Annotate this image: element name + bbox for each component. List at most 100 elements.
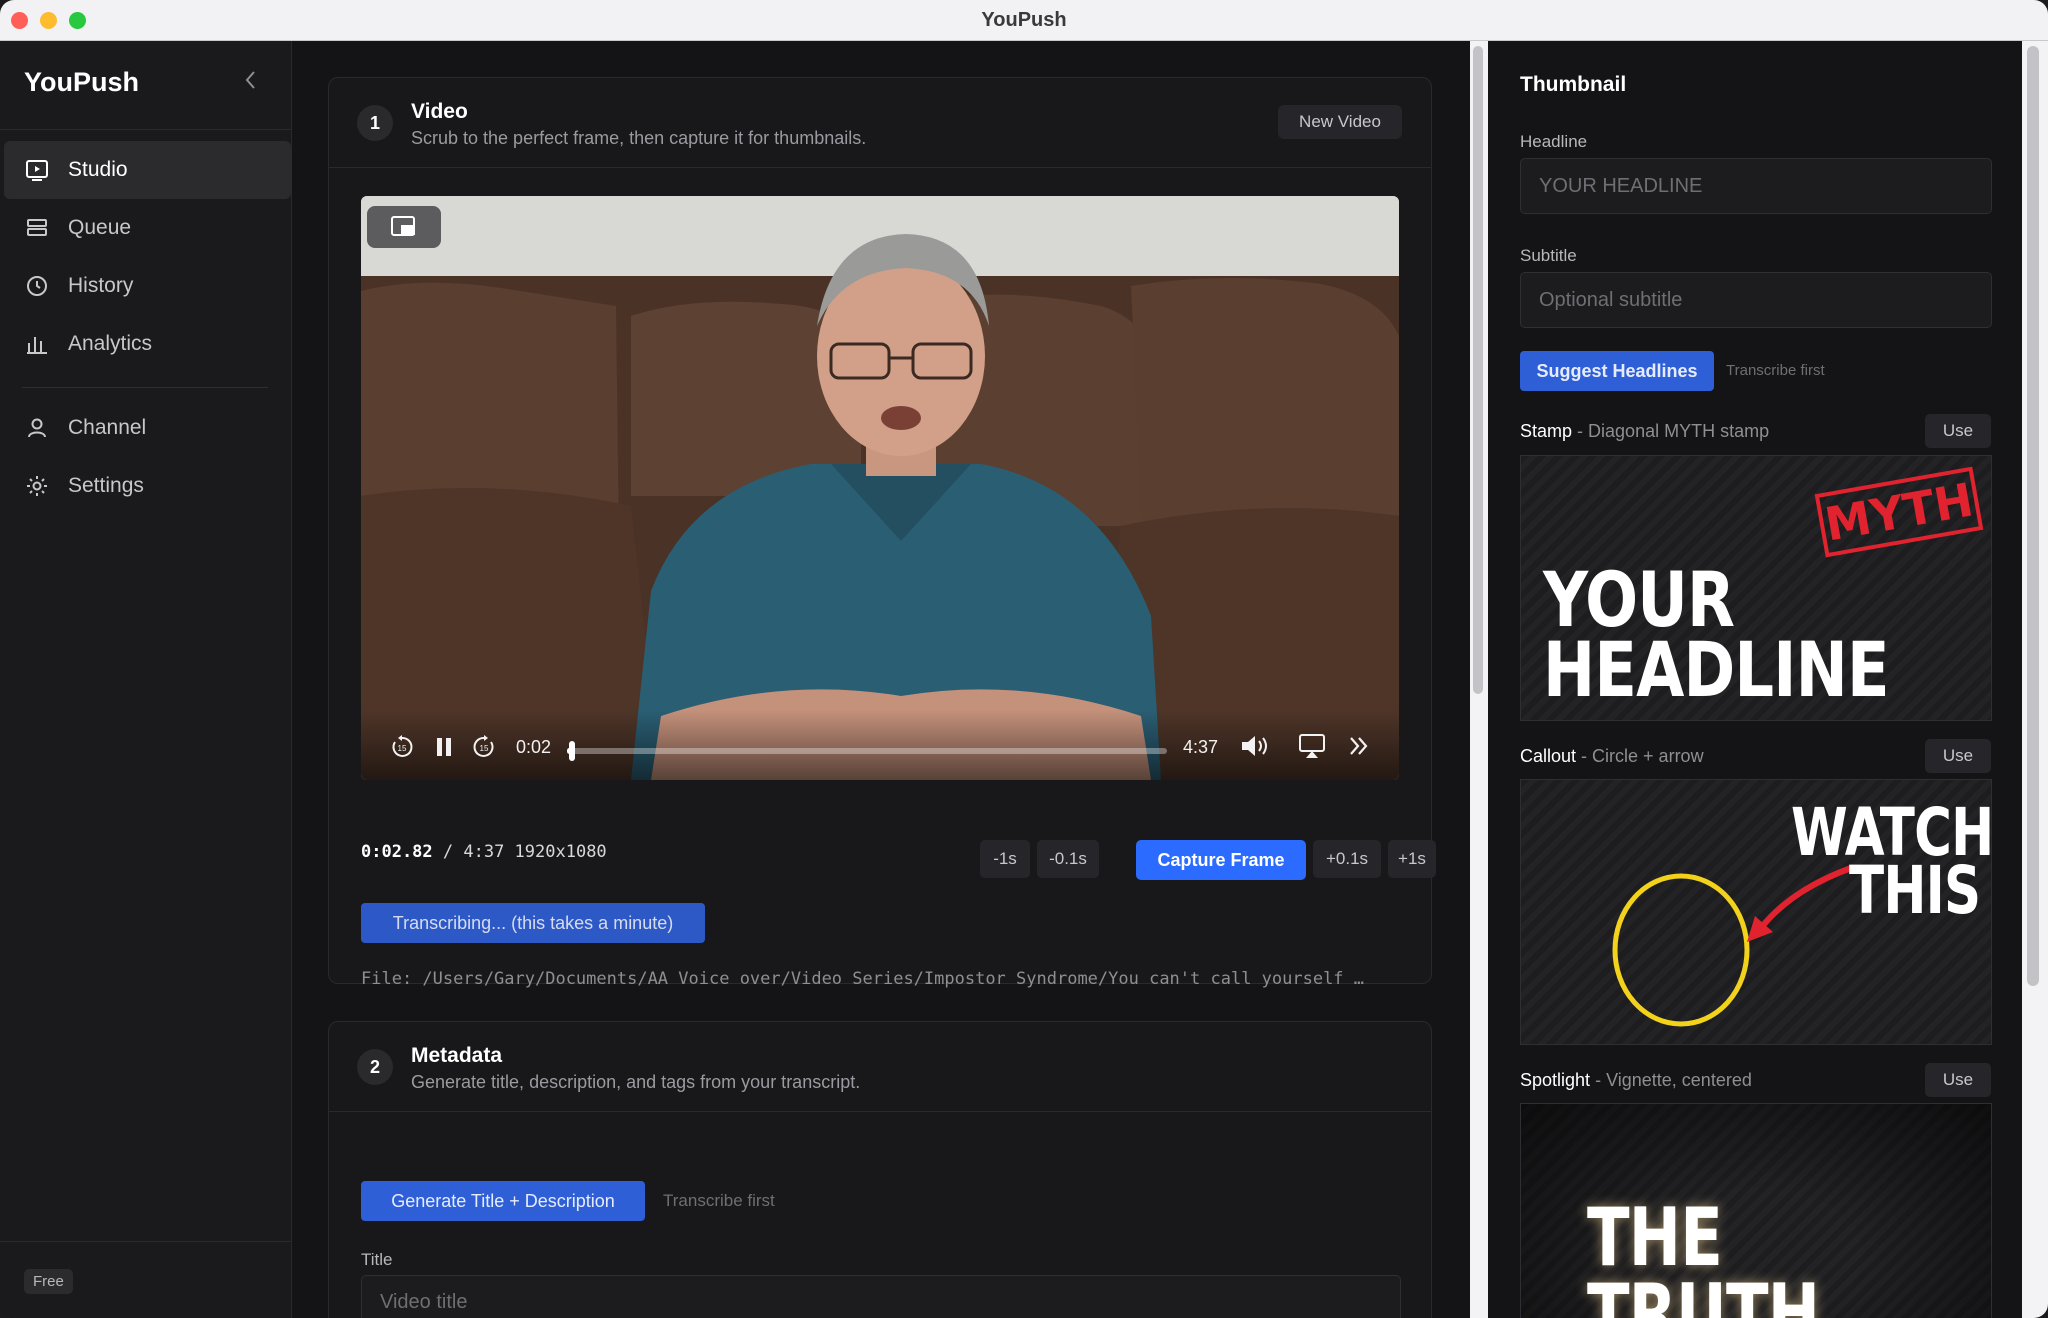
file-path: File: /Users/Gary/Documents/AA Voice ove…: [361, 969, 1365, 989]
callout-circle: [1612, 873, 1750, 1027]
preview-line1: THE TRUTH: [1587, 1191, 1820, 1318]
template-description: - Vignette, centered: [1595, 1070, 1752, 1090]
template-name: Stamp: [1520, 421, 1573, 441]
timecode-details: / 4:37 1920x1080: [442, 842, 607, 862]
frame-timecode: 0:02.82 / 4:37 1920x1080: [361, 842, 607, 862]
duration: 4:37: [1183, 737, 1219, 757]
sidebar-item-studio[interactable]: Studio: [4, 141, 291, 199]
card-title: Video: [411, 100, 468, 123]
analytics-icon: [27, 337, 47, 354]
use-callout-template-button[interactable]: Use: [1925, 739, 1991, 773]
video-player[interactable]: 15 15 0:02 4:37: [361, 196, 1399, 780]
sidebar-item-analytics[interactable]: Analytics: [4, 315, 291, 373]
step-forward-0.1s-button[interactable]: +0.1s: [1313, 840, 1381, 878]
template-description: - Diagonal MYTH stamp: [1577, 421, 1770, 441]
scrubber-handle[interactable]: [568, 741, 575, 761]
skip-forward-15-icon[interactable]: 15: [471, 734, 497, 760]
step-back-0.1s-button[interactable]: -0.1s: [1037, 840, 1099, 878]
headline-input[interactable]: YOUR HEADLINE: [1520, 158, 1992, 214]
svg-text:15: 15: [480, 744, 489, 753]
template-spotlight-header: Spotlight - Vignette, centered: [1520, 1070, 1752, 1091]
sidebar-item-label: Settings: [68, 474, 144, 497]
new-video-button[interactable]: New Video: [1278, 105, 1402, 139]
template-name: Spotlight: [1520, 1070, 1591, 1090]
main-content: 1 Video Scrub to the perfect frame, then…: [292, 41, 1470, 1318]
current-time: 0:02: [516, 737, 552, 757]
picture-in-picture-button[interactable]: [367, 206, 441, 248]
transcribe-first-hint: Transcribe first: [663, 1191, 775, 1210]
timecode-current: 0:02.82: [361, 842, 433, 862]
callout-template-preview[interactable]: WATCH THIS: [1520, 779, 1992, 1045]
metadata-card: 2 Metadata Generate title, description, …: [328, 1021, 1432, 1318]
step-number: 2: [357, 1049, 393, 1085]
video-card: 1 Video Scrub to the perfect frame, then…: [328, 77, 1436, 989]
use-spotlight-template-button[interactable]: Use: [1925, 1063, 1991, 1097]
svg-text:15: 15: [398, 744, 407, 753]
app-brand: YouPush: [24, 67, 140, 97]
sidebar-item-label: Analytics: [68, 332, 153, 355]
collapse-sidebar-button[interactable]: [238, 67, 262, 97]
suggest-headlines-button[interactable]: Suggest Headlines: [1520, 351, 1714, 391]
volume-icon[interactable]: [1239, 732, 1273, 760]
skip-back-15-icon[interactable]: 15: [389, 734, 415, 760]
step-back-1s-button[interactable]: -1s: [980, 840, 1030, 878]
double-chevron-right-icon[interactable]: [1345, 732, 1373, 760]
pause-icon[interactable]: [431, 734, 457, 760]
transcribing-button[interactable]: Transcribing... (this takes a minute): [361, 903, 705, 943]
capture-frame-button[interactable]: Capture Frame: [1136, 840, 1306, 880]
preview-line2: HEADLINE: [1543, 625, 1890, 714]
chevron-left-icon: [245, 71, 255, 89]
airplay-icon[interactable]: [1297, 732, 1327, 760]
video-frame: [361, 196, 1399, 780]
step-forward-1s-button[interactable]: +1s: [1388, 840, 1436, 878]
history-icon: [27, 276, 47, 296]
template-callout-header: Callout - Circle + arrow: [1520, 746, 1704, 767]
stamp-template-preview[interactable]: MYTH YOUR HEADLINE: [1520, 455, 1992, 721]
step-number: 1: [357, 105, 393, 141]
queue-icon: [27, 219, 47, 236]
card-title: Metadata: [411, 1044, 503, 1067]
sidebar-item-label: Channel: [68, 416, 147, 439]
video-title-input[interactable]: Video title: [361, 1275, 1401, 1318]
transcribe-first-hint: Transcribe first: [1726, 362, 1825, 379]
main-scrollbar-thumb[interactable]: [1473, 46, 1483, 694]
sidebar-divider: [0, 1241, 292, 1242]
metadata-card-header: 2 Metadata Generate title, description, …: [329, 1022, 1431, 1112]
studio-icon: [26, 160, 48, 181]
myth-stamp: MYTH: [1814, 466, 1984, 558]
user-icon: [28, 418, 46, 438]
preview-line2: THIS: [1849, 852, 1981, 929]
video-card-header: 1 Video Scrub to the perfect frame, then…: [329, 78, 1431, 168]
sidebar-item-queue[interactable]: Queue: [4, 199, 291, 257]
player-controls: 15 15 0:02 4:37: [361, 710, 1399, 780]
sidebar-item-history[interactable]: History: [4, 257, 291, 315]
title-bar: YouPush: [0, 0, 2048, 41]
callout-arrow: [1758, 865, 1853, 930]
template-description: - Circle + arrow: [1581, 746, 1704, 766]
stamp-text: MYTH: [1820, 472, 1978, 552]
pip-icon: [391, 216, 415, 236]
use-stamp-template-button[interactable]: Use: [1925, 414, 1991, 448]
sidebar-item-label: Queue: [68, 216, 132, 239]
sidebar-item-label: Studio: [68, 158, 128, 181]
sidebar-divider: [22, 387, 268, 388]
card-subtitle: Generate title, description, and tags fr…: [411, 1072, 861, 1092]
plan-badge: Free: [24, 1269, 73, 1294]
sidebar-item-label: History: [68, 274, 134, 297]
sidebar-item-channel[interactable]: Channel: [4, 399, 291, 457]
window-title: YouPush: [981, 9, 1067, 31]
generate-title-description-button[interactable]: Generate Title + Description: [361, 1181, 645, 1221]
panel-scrollbar-thumb[interactable]: [2027, 46, 2039, 986]
gear-icon: [27, 476, 47, 496]
sidebar-divider: [0, 129, 292, 130]
panel-title: Thumbnail: [1520, 73, 1627, 96]
subtitle-label: Subtitle: [1520, 246, 1577, 265]
card-subtitle: Scrub to the perfect frame, then capture…: [411, 128, 867, 148]
sidebar-item-settings[interactable]: Settings: [4, 457, 291, 515]
subtitle-input[interactable]: Optional subtitle: [1520, 272, 1992, 328]
headline-label: Headline: [1520, 132, 1588, 151]
thumbnail-panel: Thumbnail Headline YOUR HEADLINE Subtitl…: [1488, 41, 2022, 1318]
spotlight-template-preview[interactable]: THE TRUTH: [1520, 1103, 1992, 1318]
app-window: YouPush YouPush Studio Queue History Ana…: [0, 0, 2048, 1318]
scrubber[interactable]: [567, 741, 1167, 761]
